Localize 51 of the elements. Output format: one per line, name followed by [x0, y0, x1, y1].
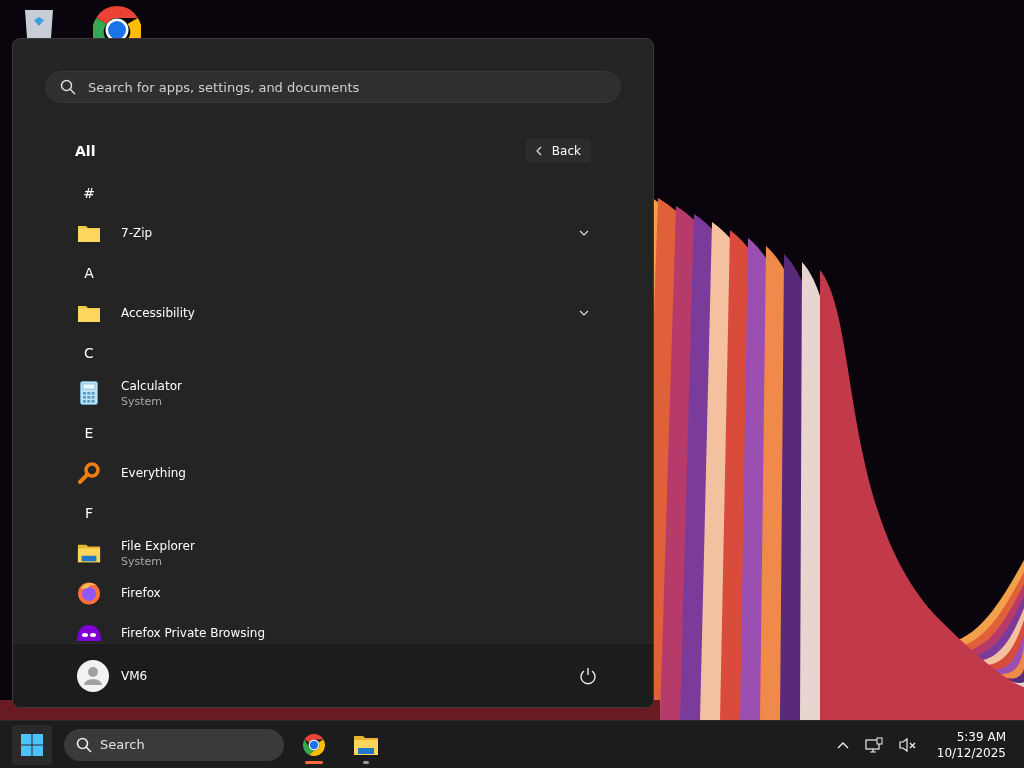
clock-date: 10/12/2025: [936, 744, 1006, 761]
user-avatar[interactable]: [77, 659, 109, 692]
user-name: VM6: [121, 668, 149, 683]
app-item[interactable]: Firefox: [77, 573, 591, 613]
app-name: Calculator: [121, 378, 183, 393]
chevron-left-icon: [535, 146, 542, 156]
private-browsing-icon: [77, 625, 101, 641]
windows-logo-icon: [20, 732, 44, 757]
app-item[interactable]: Calculator System: [77, 373, 591, 413]
chevron-down-icon[interactable]: [579, 230, 589, 236]
letter-header[interactable]: F: [77, 505, 101, 521]
app-subtitle: System: [121, 554, 164, 568]
app-item[interactable]: 7-Zip: [77, 213, 591, 253]
section-title: All: [75, 143, 96, 159]
search-icon: [76, 736, 92, 753]
clock[interactable]: 5:39 AM 10/12/2025: [928, 728, 1016, 761]
letter-header[interactable]: A: [77, 265, 101, 281]
chrome-icon: [302, 732, 326, 757]
file-explorer-icon: [77, 542, 101, 564]
app-name: File Explorer: [121, 538, 196, 553]
magnifier-icon: [77, 461, 101, 485]
app-name: Firefox: [121, 586, 162, 600]
app-item[interactable]: Everything: [77, 453, 591, 493]
start-button[interactable]: [12, 724, 52, 765]
app-item[interactable]: Firefox Private Browsing: [77, 613, 591, 643]
app-subtitle: System: [121, 394, 164, 408]
letter-header[interactable]: #: [77, 185, 101, 201]
app-item[interactable]: File Explorer System: [77, 533, 591, 573]
recycle-bin-icon[interactable]: [22, 10, 56, 38]
chevron-down-icon[interactable]: [579, 310, 589, 316]
search-field[interactable]: Search for apps, settings, and documents: [45, 71, 621, 103]
app-name: 7-Zip: [121, 226, 154, 240]
file-explorer-icon: [353, 733, 379, 756]
monitor-icon: [864, 736, 883, 753]
app-name: Everything: [121, 466, 187, 480]
back-button[interactable]: Back: [525, 139, 591, 163]
folder-icon: [77, 223, 101, 243]
search-icon: [60, 79, 76, 95]
app-name: Accessibility: [121, 306, 196, 320]
app-name: Firefox Private Browsing: [121, 626, 267, 640]
power-icon: [579, 666, 597, 685]
chevron-up-icon: [836, 740, 849, 749]
muted-speaker-icon: [898, 736, 917, 753]
firefox-icon: [77, 581, 101, 605]
taskbar-search-field[interactable]: Search: [64, 728, 284, 761]
letter-header[interactable]: C: [77, 345, 101, 361]
clock-time: 5:39 AM: [956, 728, 1006, 745]
letter-header[interactable]: E: [77, 425, 101, 441]
app-item[interactable]: Accessibility: [77, 293, 591, 333]
calculator-icon: [80, 381, 98, 405]
folder-icon: [77, 303, 101, 323]
